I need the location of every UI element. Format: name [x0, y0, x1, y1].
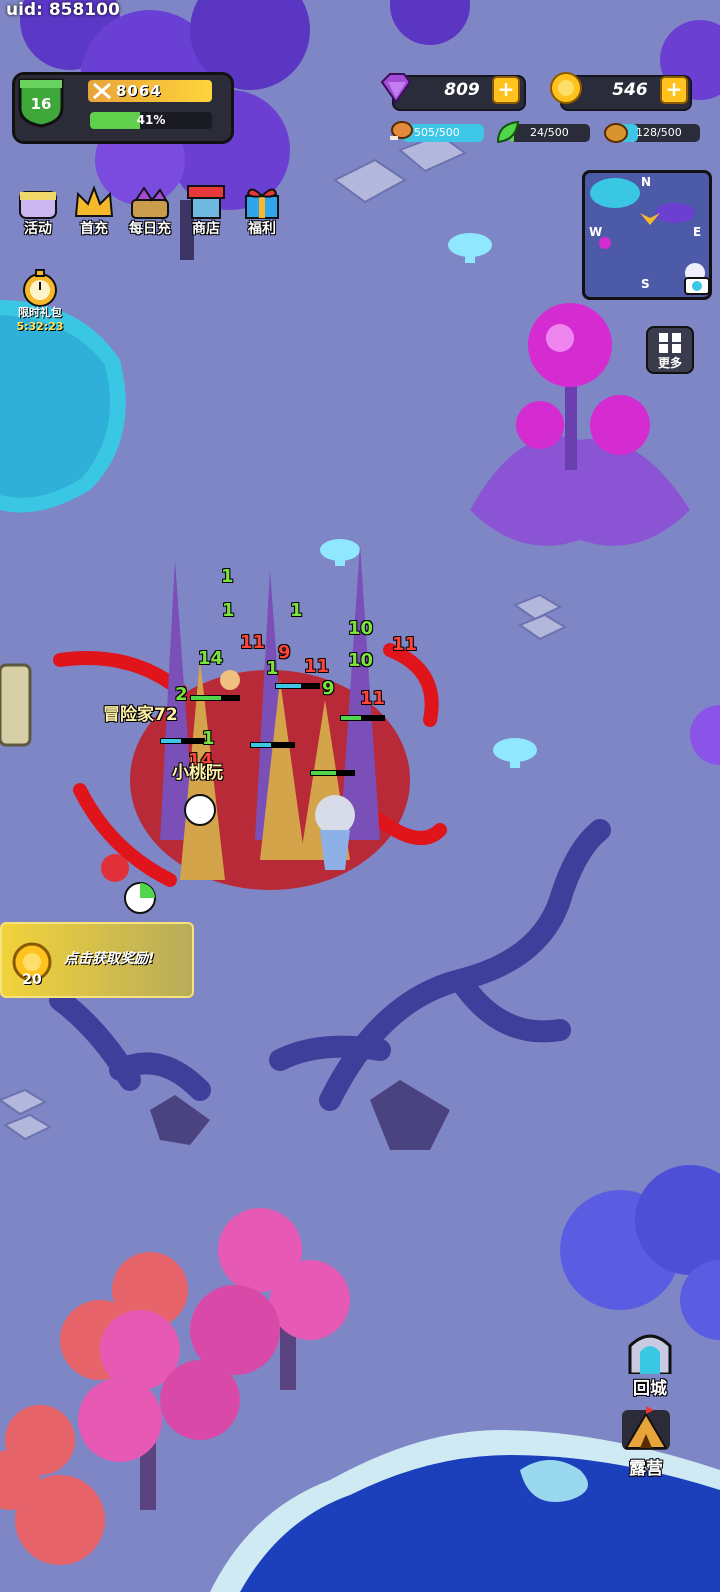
heal-number: 10 [348, 618, 374, 639]
damage-number: 9 [278, 642, 291, 663]
player-level: 16 [30, 95, 52, 113]
damage-number: 11 [392, 634, 418, 655]
nut-amount: 128/500 [636, 126, 682, 139]
combat-power-value: 8064 [116, 82, 162, 100]
grid-icon [659, 333, 681, 353]
player-name-tag[interactable]: 冒险家72 [103, 700, 178, 725]
minimap-north: N [641, 175, 652, 189]
return-city-label: 回城 [633, 1379, 667, 1399]
camp-button[interactable]: 露营 [614, 1406, 678, 1480]
minimap-east: E [693, 225, 702, 239]
tent-icon [622, 1406, 670, 1450]
add-gold-button[interactable]: + [660, 76, 688, 104]
stopwatch-icon [23, 269, 57, 307]
herb-amount: 24/500 [530, 126, 569, 139]
add-gems-button[interactable]: + [492, 76, 520, 104]
gold-amount: 546 [612, 80, 648, 100]
menu-item-first-recharge[interactable]: 首充 [70, 182, 124, 238]
limited-pack-label: 限时礼包 [18, 306, 62, 319]
heal-number: 1 [266, 658, 279, 679]
menu-item-activity[interactable]: 活动 [14, 182, 68, 238]
limited-pack-timer: 5:32:23 [16, 320, 64, 333]
limited-pack-button[interactable]: 限时礼包 5:32:23 [12, 268, 68, 336]
shop-icon [187, 185, 225, 219]
heal-number: 1 [221, 566, 234, 587]
gem-amount: 809 [444, 80, 480, 100]
crown-icon [74, 185, 114, 217]
minimap-west: W [589, 225, 603, 239]
uid-label: uid: 858100 [6, 0, 120, 20]
portal-icon [628, 1334, 672, 1374]
meat-icon [390, 121, 413, 140]
gold-coin-icon [550, 72, 582, 104]
crossed-swords-icon [93, 82, 111, 100]
menu-item-daily-recharge[interactable]: 每日充 [126, 182, 180, 238]
player-name-tag[interactable]: 小桃阮 [172, 758, 223, 783]
menu-item-welfare[interactable]: 福利 [238, 182, 292, 238]
heal-number: 9 [322, 678, 335, 699]
camera-icon[interactable] [682, 270, 712, 300]
heal-number: 1 [222, 600, 235, 621]
menu-item-shop[interactable]: 商店 [182, 182, 236, 238]
heal-number: 1 [290, 600, 303, 621]
reward-banner-text: 点击获取奖励! [64, 951, 155, 967]
damage-number: 11 [304, 656, 330, 677]
heal-number: 14 [198, 648, 224, 669]
reward-amount: 20 [22, 972, 42, 988]
gem-pile-icon [131, 186, 169, 219]
heal-number: 10 [348, 650, 374, 671]
minimap-south: S [641, 277, 650, 291]
nut-icon [604, 123, 628, 143]
food-amount: 505/500 [414, 126, 460, 139]
damage-number: 11 [360, 688, 386, 709]
return-city-button[interactable]: 回城 [620, 1330, 680, 1400]
heal-number: 1 [202, 728, 215, 749]
gem-icon [380, 73, 412, 104]
camp-label: 露营 [629, 1459, 663, 1479]
more-label: 更多 [657, 356, 682, 370]
more-button[interactable]: 更多 [646, 326, 694, 374]
damage-number: 11 [240, 632, 266, 653]
xp-percent: 41% [136, 113, 166, 127]
chest-icon [19, 191, 57, 219]
gift-icon [245, 188, 279, 219]
leaf-icon [496, 120, 520, 144]
shortcut-menu: 活动 首充 每日充 商店 福利 [14, 182, 284, 242]
